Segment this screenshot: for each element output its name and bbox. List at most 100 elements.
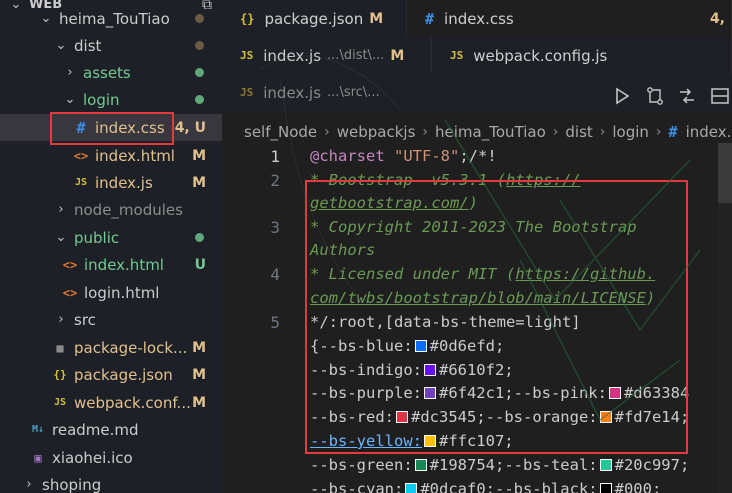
file-index-html[interactable]: <> index.html M — [0, 142, 222, 169]
chevron-right-icon: › — [67, 65, 73, 80]
modified-badge: M — [192, 339, 206, 356]
color-swatch[interactable] — [423, 387, 436, 399]
tab-package-json[interactable]: {} package.json M — [222, 0, 407, 37]
css-var-name: --bs-cyan: — [310, 480, 404, 493]
folder-shoping[interactable]: › shoping — [0, 471, 222, 493]
tab-webpack-config[interactable]: JS webpack.config.js — [432, 37, 732, 74]
source-control-icon[interactable] — [677, 86, 699, 108]
file-label: index.js — [95, 173, 153, 192]
file-label: package-lock... — [74, 338, 188, 357]
js-file-icon: JS — [53, 397, 67, 408]
comment-line: * Bootstrap v5.3.1 (https:// — [310, 171, 581, 189]
css-var-line: --bs-purple: #6f42c1;--bs-pink: #d63384 — [310, 384, 689, 402]
color-swatch[interactable] — [599, 483, 612, 493]
color-swatch[interactable] — [599, 459, 612, 471]
file-label: index.css — [95, 118, 165, 137]
css-var-name: --bs-orange: — [485, 408, 598, 426]
comment-line: * Licensed under MIT (https://github. — [310, 265, 655, 283]
modified-dot — [195, 41, 204, 50]
folder-src[interactable]: › src — [0, 306, 222, 333]
folder-dist[interactable]: ⌄ dist — [0, 32, 222, 59]
comment-line: * Copyright 2011-2023 The Bootstrap — [310, 218, 637, 236]
file-label: index.html — [95, 146, 175, 165]
line-number: 2 — [270, 171, 280, 190]
file-login-html[interactable]: <> login.html — [0, 279, 222, 306]
html-file-icon: <> — [73, 148, 89, 163]
css-var-line: {--bs-blue: #0d6efd; — [310, 337, 504, 355]
breadcrumb-item[interactable]: login — [612, 123, 649, 141]
split-editor-icon[interactable] — [710, 86, 732, 108]
tab-index-js-dist[interactable]: JS index.js ...\dist\... M — [222, 37, 432, 74]
file-webpack-config[interactable]: JS webpack.conf... M — [0, 389, 222, 416]
chevron-down-icon: ⌄ — [55, 230, 67, 245]
breadcrumb-item[interactable]: webpackjs — [337, 123, 416, 141]
comment-link[interactable]: com/twbs/bootstrap/blob/main/LICENSE — [310, 289, 646, 307]
modified-badge: M — [192, 147, 206, 164]
color-swatch[interactable] — [396, 411, 408, 423]
comment-link[interactable]: https:// — [506, 171, 581, 189]
css-var-line: --bs-green: #198754;--bs-teal: #20c997; — [310, 456, 689, 474]
tab-index-js-src[interactable]: JS index.js ...\src\... — [222, 74, 407, 111]
css-var-line: --bs-cyan: #0dcaf0;--bs-black: #000; — [310, 480, 661, 493]
comment-line: getbootstrap.com/) — [310, 194, 478, 212]
breadcrumb-item[interactable]: self_Node — [244, 123, 317, 141]
js-file-icon: JS — [240, 49, 254, 62]
file-label: login.html — [84, 283, 160, 302]
run-icon[interactable] — [612, 86, 634, 108]
color-swatch[interactable] — [599, 411, 612, 423]
string-literal: "UTF-8" — [394, 147, 460, 165]
comment-link[interactable]: https://github. — [515, 265, 655, 283]
file-public-index-html[interactable]: <> index.html U — [0, 251, 222, 278]
code-editor[interactable]: 1 2 3 4 5 @charset "UTF-8";/*! * Bootstr… — [222, 143, 732, 493]
folder-login[interactable]: ⌄ login — [0, 86, 222, 113]
css-var-name: --bs-purple: — [310, 384, 422, 402]
html-file-icon: <> — [62, 257, 78, 272]
css-var-value: #dc3545; — [411, 408, 486, 426]
comment-text: ) — [468, 194, 478, 212]
color-swatch[interactable] — [414, 459, 427, 471]
lock-file-icon: ■ — [56, 340, 64, 355]
css-var-name: --bs-pink: — [513, 384, 607, 402]
tab-path: ...\src\... — [327, 85, 380, 100]
file-label: package.json — [74, 365, 173, 384]
js-file-icon: JS — [240, 86, 254, 99]
css-var-name: --bs-teal: — [504, 456, 598, 474]
line-number: 5 — [270, 313, 280, 332]
css-file-icon: # — [668, 123, 678, 141]
scrollbar-thumb[interactable] — [718, 143, 732, 203]
color-swatch[interactable] — [414, 340, 427, 352]
file-xiaohei-ico[interactable]: ▣ xiaohei.ico — [0, 444, 222, 471]
color-swatch[interactable] — [423, 364, 436, 376]
modified-badge: M — [192, 394, 206, 411]
tab-index-css[interactable]: # index.css 4, — [407, 0, 732, 37]
code-line: @charset "UTF-8";/*! — [310, 147, 497, 165]
css-var-value: #20c997; — [614, 456, 690, 474]
compare-changes-icon[interactable] — [645, 86, 667, 108]
tab-label: package.json — [264, 9, 364, 28]
file-index-js[interactable]: JS index.js M — [0, 169, 222, 196]
breadcrumb: self_Node › webpackjs › heima_TouTiao › … — [222, 121, 732, 143]
image-file-icon: ▣ — [34, 450, 42, 465]
color-swatch[interactable] — [405, 483, 418, 493]
breadcrumb-item[interactable]: heima_TouTiao — [435, 123, 546, 141]
color-swatch[interactable] — [608, 387, 621, 399]
breadcrumb-item[interactable]: dist — [565, 123, 592, 141]
color-swatch[interactable] — [423, 435, 436, 447]
chevron-right-icon: › — [552, 124, 559, 140]
file-package-lock[interactable]: ■ package-lock... M — [0, 334, 222, 361]
folder-node-modules[interactable]: › node_modules — [0, 196, 222, 223]
modified-dot — [195, 14, 204, 23]
breadcrumb-item[interactable]: index.css — [686, 123, 732, 141]
css-var-value: #000; — [614, 480, 662, 493]
file-index-css[interactable]: # index.css 4, U — [0, 114, 222, 141]
folder-label: src — [74, 310, 96, 329]
folder-public[interactable]: ⌄ public — [0, 224, 222, 251]
json-file-icon: {} — [53, 368, 67, 381]
file-readme-md[interactable]: M↓ readme.md — [0, 416, 222, 443]
folder-assets[interactable]: › assets — [0, 59, 222, 86]
tab-label: index.js — [263, 83, 322, 102]
comment-link[interactable]: getbootstrap.com/ — [310, 194, 469, 212]
folder-heima-toutiao[interactable]: ⌄ heima_TouTiao — [0, 5, 222, 32]
vertical-scrollbar[interactable] — [718, 143, 732, 493]
file-package-json[interactable]: {} package.json M — [0, 361, 222, 388]
